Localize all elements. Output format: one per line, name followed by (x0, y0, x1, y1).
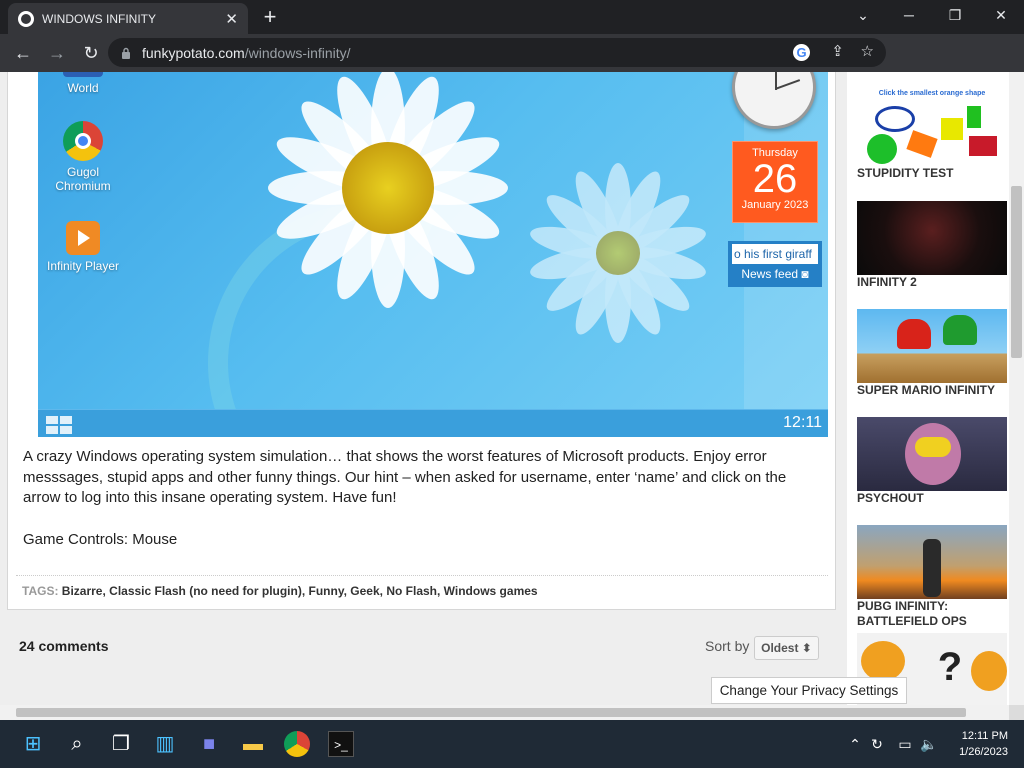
game-card: World Gugol Chromium Infinity Player Thu… (7, 72, 836, 610)
file-explorer-icon[interactable]: ▬ (240, 731, 266, 757)
site-favicon-icon (18, 10, 34, 27)
rss-icon: ◙ (801, 267, 809, 281)
os-taskbar: ⊞ ⌕ ❐ ▥ ■ ▬ >_ ⌃ ↻ ▭ 🔈 12:11 PM 1/26/202… (0, 720, 1024, 768)
calendar-month: January 2023 (741, 199, 809, 211)
system-date: 1/26/2023 (959, 746, 1008, 758)
word-doc-icon (63, 72, 103, 77)
related-thumb[interactable]: Click the smallest orange shape (857, 90, 1007, 164)
game-canvas[interactable]: World Gugol Chromium Infinity Player Thu… (38, 72, 828, 437)
tags-label: TAGS: (22, 584, 59, 598)
tab-title: WINDOWS INFINITY (42, 11, 156, 26)
sort-label: Sort by (705, 638, 750, 654)
desktop-icon-label: Infinity Player (46, 259, 120, 273)
tag-link[interactable]: Geek (350, 584, 379, 598)
game-description: A crazy Windows operating system simulat… (23, 448, 787, 506)
related-title[interactable]: PUBG INFINITY: BATTLEFIELD OPS (857, 599, 1007, 628)
privacy-settings-button[interactable]: Change Your Privacy Settings (711, 677, 907, 704)
stupidity-test-caption: Click the smallest orange shape (878, 90, 986, 97)
sync-icon[interactable]: ↻ (864, 731, 890, 757)
chrome-taskbar-icon[interactable] (284, 731, 310, 757)
close-window-button[interactable]: ✕ (986, 4, 1016, 26)
media-player-icon (66, 221, 100, 255)
google-lens-icon[interactable]: G (793, 44, 810, 61)
reload-icon[interactable]: ↻ (76, 43, 106, 64)
related-thumb[interactable] (857, 309, 1007, 383)
minimize-button[interactable]: ─ (894, 4, 924, 26)
tag-link[interactable]: Bizarre (62, 584, 103, 598)
daisy-small (518, 153, 718, 353)
game-clock: 12:11 (783, 414, 822, 431)
scrollbar-corner (1009, 705, 1024, 720)
calendar-gadget: Thursday 26 January 2023 (732, 141, 818, 223)
comments-count: 24 comments (19, 638, 109, 654)
close-tab-icon[interactable]: ✕ (225, 10, 238, 28)
daisy-center (596, 231, 640, 275)
new-tab-button[interactable]: + (258, 4, 282, 30)
related-games-rail: Click the smallest orange shape STUPIDIT… (847, 72, 1009, 705)
browser-toolbar: ← → ↻ funkypotato.com/windows-infinity/ … (0, 34, 1024, 95)
news-feed-gadget[interactable]: o his first giraff News feed ◙ (728, 241, 822, 287)
share-icon[interactable]: ⇪ (831, 42, 844, 60)
daisy-center (342, 142, 434, 234)
lock-icon (122, 47, 130, 59)
browser-tab-strip: WINDOWS INFINITY ✕ + ⌄ ─ ❐ ✕ (0, 0, 1024, 34)
volume-icon[interactable]: 🔈 (916, 731, 942, 757)
terminal-icon[interactable]: >_ (328, 731, 354, 757)
tag-link[interactable]: Classic Flash (no need for plugin) (109, 584, 302, 598)
desktop-icon-gugol[interactable]: Gugol Chromium (43, 121, 123, 193)
tab-search-chevron-icon[interactable]: ⌄ (848, 4, 878, 26)
game-taskbar: 12:11 (38, 409, 828, 437)
tag-link[interactable]: Funny (309, 584, 344, 598)
related-title[interactable]: PSYCHOUT (857, 491, 1007, 506)
forward-arrow-icon[interactable]: → (42, 43, 72, 64)
url-host: funkypotato.com (142, 44, 245, 61)
url-path: /windows-infinity/ (244, 44, 351, 61)
tags-line: TAGS: Bizarre, Classic Flash (no need fo… (22, 584, 538, 598)
news-ticker: o his first giraff (732, 244, 818, 264)
game-start-windows-icon[interactable] (46, 416, 74, 434)
desktop-icon-infinity-player[interactable]: Infinity Player (43, 221, 123, 273)
news-feed-label: News feed ◙ (741, 267, 809, 281)
sort-select[interactable]: Oldest ⬍ (754, 636, 819, 660)
horizontal-scrollbar[interactable] (0, 705, 1009, 720)
divider (16, 575, 828, 576)
related-thumb[interactable] (857, 417, 1007, 491)
windows-start-icon[interactable]: ⊞ (20, 731, 46, 757)
restore-button[interactable]: ❐ (940, 4, 970, 26)
back-arrow-icon[interactable]: ← (8, 43, 38, 64)
task-view-icon[interactable]: ❐ (108, 731, 134, 757)
desktop-icon-label: World (67, 81, 99, 95)
widgets-icon[interactable]: ▥ (152, 731, 178, 757)
daisy-large (268, 72, 538, 333)
page-viewport: World Gugol Chromium Infinity Player Thu… (0, 72, 1009, 705)
related-title[interactable]: INFINITY 2 (857, 275, 1007, 290)
browser-tab[interactable]: WINDOWS INFINITY ✕ (8, 3, 248, 34)
game-controls: Game Controls: Mouse (23, 531, 178, 548)
calendar-day: 26 (752, 157, 798, 201)
tag-link[interactable]: Windows games (444, 584, 538, 598)
address-bar[interactable]: funkypotato.com/windows-infinity/ G ⇪ ☆ (108, 38, 886, 67)
tag-link[interactable]: No Flash (386, 584, 437, 598)
bookmark-star-icon[interactable]: ☆ (861, 42, 874, 60)
related-title[interactable]: STUPIDITY TEST (857, 166, 1007, 181)
vertical-scrollbar[interactable] (1009, 72, 1024, 705)
desktop-icon-world[interactable]: World (43, 72, 123, 95)
chromium-icon (63, 121, 103, 161)
related-title[interactable]: SUPER MARIO INFINITY (857, 383, 1007, 398)
system-time: 12:11 PM (961, 730, 1008, 742)
related-thumb[interactable] (857, 201, 1007, 275)
system-clock[interactable]: 12:11 PM 1/26/2023 (959, 728, 1008, 760)
network-icon[interactable]: ▭ (892, 731, 918, 757)
desktop-icon-label: Gugol Chromium (55, 165, 111, 193)
search-icon[interactable]: ⌕ (64, 731, 90, 757)
related-thumb[interactable] (857, 525, 1007, 599)
teams-chat-icon[interactable]: ■ (196, 731, 222, 757)
